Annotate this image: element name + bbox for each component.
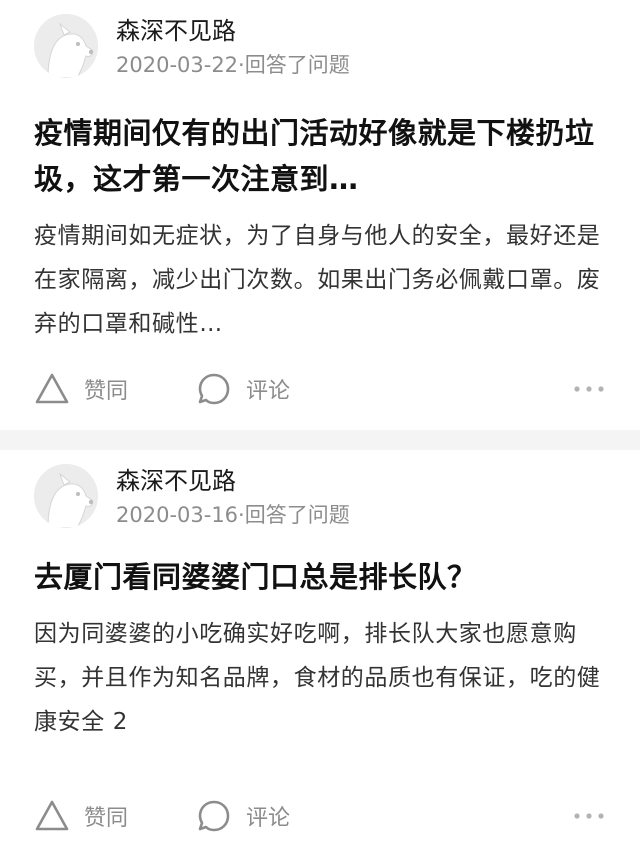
answer-excerpt[interactable]: 疫情期间如无症状，为了自身与他人的安全，最好还是在家隔离，减少出门次数。如果出门… [34,214,606,346]
action-bar: 赞同 评论 [34,369,606,409]
triangle-outline-icon [35,800,69,831]
speech-bubble-icon [198,800,230,832]
answer-meta: 2020-03-22·回答了问题 [116,53,350,77]
dog-avatar-icon [34,14,98,78]
answer-excerpt[interactable]: 因为同婆婆的小吃确实好吃啊，排长队大家也愿意购买，并且作为知名品牌，食材的品质也… [34,612,606,744]
triangle-outline-icon [35,373,69,404]
question-title[interactable]: 去厦门看同婆婆门口总是排长队？ [34,554,606,600]
speech-bubble-icon [198,373,230,405]
dog-avatar-icon [34,464,98,528]
author-row: 森深不见路 2020-03-16·回答了问题 [34,450,606,542]
question-title[interactable]: 疫情期间仅有的出门活动好像就是下楼扔垃圾，这才第一次注意到… [34,110,606,202]
answer-meta: 2020-03-16·回答了问题 [116,503,350,527]
answer-card[interactable]: 森深不见路 2020-03-22·回答了问题 疫情期间仅有的出门活动好像就是下楼… [0,0,640,430]
answer-card[interactable]: 森深不见路 2020-03-16·回答了问题 去厦门看同婆婆门口总是排长队？ 因… [0,450,640,865]
avatar[interactable] [34,14,98,78]
more-dots-icon[interactable] [572,808,606,824]
like-label: 赞同 [84,379,129,404]
author-name[interactable]: 森深不见路 [116,466,236,496]
avatar[interactable] [34,464,98,528]
author-row: 森深不见路 2020-03-22·回答了问题 [34,0,606,92]
like-button[interactable]: 赞同 [34,796,128,836]
comment-button[interactable]: 评论 [196,796,290,836]
action-bar: 赞同 评论 [34,796,606,836]
comment-label: 评论 [246,379,291,404]
more-dots-icon[interactable] [572,381,606,397]
like-button[interactable]: 赞同 [34,369,128,409]
comment-button[interactable]: 评论 [196,369,290,409]
card-divider [0,430,640,450]
author-name[interactable]: 森深不见路 [116,16,236,46]
comment-label: 评论 [246,806,291,831]
like-label: 赞同 [84,806,129,831]
